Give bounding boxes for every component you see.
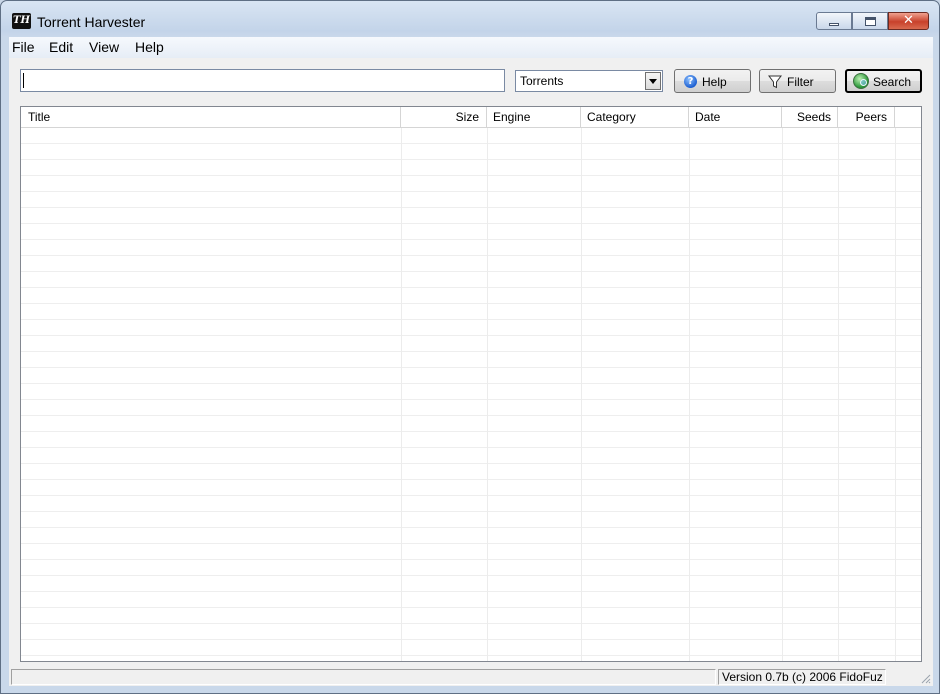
search-type-select[interactable]: Torrents [515, 70, 663, 92]
help-button[interactable]: ? Help [674, 69, 751, 93]
text-caret [23, 73, 24, 88]
column-header-peers[interactable]: Peers [838, 107, 895, 127]
filter-funnel-icon [768, 75, 782, 89]
chevron-down-icon [649, 79, 657, 84]
column-divider [401, 128, 402, 661]
search-globe-icon [853, 73, 869, 89]
status-bar: Version 0.7b (c) 2006 FidoFuz [9, 668, 933, 686]
search-button[interactable]: Search [845, 69, 922, 93]
list-header: Title Size Engine Category Date Seeds Pe… [21, 107, 921, 128]
menu-file[interactable]: File [10, 39, 37, 55]
search-type-value: Torrents [520, 74, 564, 88]
help-button-label: Help [702, 75, 727, 89]
column-header-title[interactable]: Title [21, 107, 401, 127]
filter-button-label: Filter [787, 75, 814, 89]
menu-edit[interactable]: Edit [47, 39, 75, 55]
client-area: Torrents ? Help Filter Search Title Size… [9, 58, 933, 686]
resize-grip-icon[interactable] [919, 672, 931, 684]
status-panel-version: Version 0.7b (c) 2006 FidoFuz [718, 669, 886, 685]
column-header-engine[interactable]: Engine [487, 107, 581, 127]
column-header-date[interactable]: Date [689, 107, 782, 127]
help-icon: ? [684, 75, 697, 88]
version-text: Version 0.7b (c) 2006 FidoFuz [722, 670, 883, 684]
search-input[interactable] [20, 69, 505, 92]
title-bar[interactable]: TH Torrent Harvester ✕ [1, 1, 939, 37]
menu-help[interactable]: Help [133, 39, 166, 55]
window-title: Torrent Harvester [37, 14, 146, 30]
column-header-category[interactable]: Category [581, 107, 689, 127]
list-rows-area[interactable] [21, 128, 921, 661]
minimize-button[interactable] [816, 12, 852, 30]
column-header-filler [895, 107, 921, 127]
maximize-icon [865, 17, 876, 26]
results-list[interactable]: Title Size Engine Category Date Seeds Pe… [20, 106, 922, 662]
column-divider [689, 128, 690, 661]
status-panel-main [11, 669, 716, 685]
app-window: TH Torrent Harvester ✕ File Edit View He… [0, 0, 940, 694]
dropdown-arrow-button[interactable] [645, 72, 661, 90]
close-button[interactable]: ✕ [888, 12, 929, 30]
column-divider [487, 128, 488, 661]
app-logo-icon[interactable]: TH [12, 13, 31, 29]
minimize-icon [829, 23, 839, 26]
menu-bar: File Edit View Help [9, 37, 933, 58]
maximize-button[interactable] [852, 12, 888, 30]
menu-view[interactable]: View [87, 39, 121, 55]
close-icon: ✕ [903, 13, 914, 28]
column-divider [581, 128, 582, 661]
column-divider [838, 128, 839, 661]
column-header-size[interactable]: Size [401, 107, 487, 127]
filter-button[interactable]: Filter [759, 69, 836, 93]
search-button-label: Search [873, 75, 912, 89]
column-divider [782, 128, 783, 661]
column-divider [895, 128, 896, 661]
column-header-seeds[interactable]: Seeds [782, 107, 838, 127]
